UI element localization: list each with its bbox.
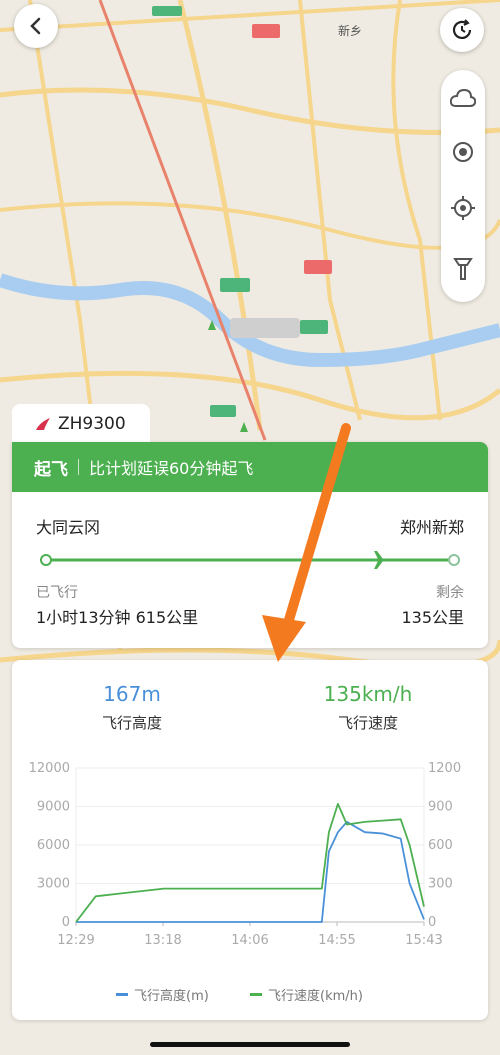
- speed-value: 135km/h: [323, 682, 413, 706]
- airport-button[interactable]: [441, 246, 485, 290]
- plane-icon: [370, 551, 392, 569]
- map-tool-stack: [441, 70, 485, 302]
- x-tick-label: 14:55: [318, 933, 355, 948]
- y-right-tick-label: 0: [428, 915, 436, 930]
- legend-altitude: 飞行高度(m): [116, 985, 209, 1004]
- y-left-tick-label: 6000: [37, 838, 70, 853]
- status-divider: [78, 459, 79, 475]
- clock-refresh-icon: [452, 19, 472, 39]
- locate-button[interactable]: [441, 186, 485, 230]
- tower-icon: [453, 258, 473, 280]
- legend-altitude-swatch: [116, 993, 128, 996]
- destination-city: 郑州新郑: [399, 518, 464, 537]
- y-left-tick-label: 9000: [37, 800, 70, 815]
- y-left-tick-label: 3000: [37, 877, 70, 892]
- legend-speed: 飞行速度(km/h): [250, 985, 363, 1004]
- y-right-tick-label: 1200: [428, 761, 461, 776]
- x-tick-label: 14:06: [231, 933, 268, 948]
- flight-chart[interactable]: 0 3000 6000 9000 12000 0 300 600 900 1200 12:29 13:…: [12, 750, 488, 990]
- layers-icon: [453, 142, 473, 162]
- map-label-xinxiang: 新乡: [338, 24, 363, 38]
- y-left-tick-label: 12000: [29, 761, 70, 776]
- flight-number: ZH9300: [58, 414, 126, 434]
- y-left-tick-label: 0: [62, 915, 70, 930]
- remaining-label: 剩余: [436, 585, 464, 601]
- series-line-1: [75, 803, 425, 923]
- flight-progress: [40, 554, 460, 566]
- status-bar: 起飞 比计划延误60分钟起飞: [12, 442, 488, 492]
- y-right-tick-label: 300: [428, 877, 453, 892]
- layer-button[interactable]: [441, 130, 485, 174]
- flown-value: 1小时13分钟 615公里: [36, 608, 199, 627]
- legend-speed-swatch: [250, 993, 262, 996]
- altitude-value: 167m: [103, 682, 161, 706]
- flight-status-card: 起飞 比计划延误60分钟起飞 大同云冈 郑州新郑 已飞行 剩余 1小时13分钟 …: [12, 442, 488, 648]
- y-right-tick-label: 600: [428, 838, 453, 853]
- x-tick-label: 13:18: [144, 933, 181, 948]
- chevron-left-icon: [30, 17, 41, 35]
- legend-speed-text: 飞行速度(km/h): [268, 989, 363, 1004]
- origin-city: 大同云冈: [36, 518, 101, 537]
- altitude-label: 飞行高度: [101, 714, 162, 732]
- flight-number-tab[interactable]: ZH9300: [12, 404, 150, 444]
- airline-logo-icon: [36, 418, 50, 430]
- back-button[interactable]: [14, 4, 58, 48]
- cloud-icon: [450, 88, 476, 107]
- history-button[interactable]: [440, 8, 484, 52]
- weather-button[interactable]: [441, 76, 485, 120]
- x-tick-label: 12:29: [57, 933, 94, 948]
- status-text: 起飞: [34, 459, 68, 480]
- y-right-tick-label: 900: [428, 800, 453, 815]
- crosshair-icon: [451, 196, 475, 220]
- home-indicator: [150, 1042, 350, 1047]
- speed-label: 飞行速度: [337, 714, 398, 732]
- flown-label: 已飞行: [36, 585, 78, 601]
- remaining-value: 135公里: [401, 608, 464, 627]
- legend-altitude-text: 飞行高度(m): [134, 989, 209, 1004]
- x-tick-label: 15:43: [405, 933, 442, 948]
- status-note: 比计划延误60分钟起飞: [89, 459, 254, 478]
- flight-chart-card: 167m 飞行高度 135km/h 飞行速度 0 3000 6000 9000 1200…: [12, 660, 488, 1020]
- series-line-0: [76, 821, 425, 923]
